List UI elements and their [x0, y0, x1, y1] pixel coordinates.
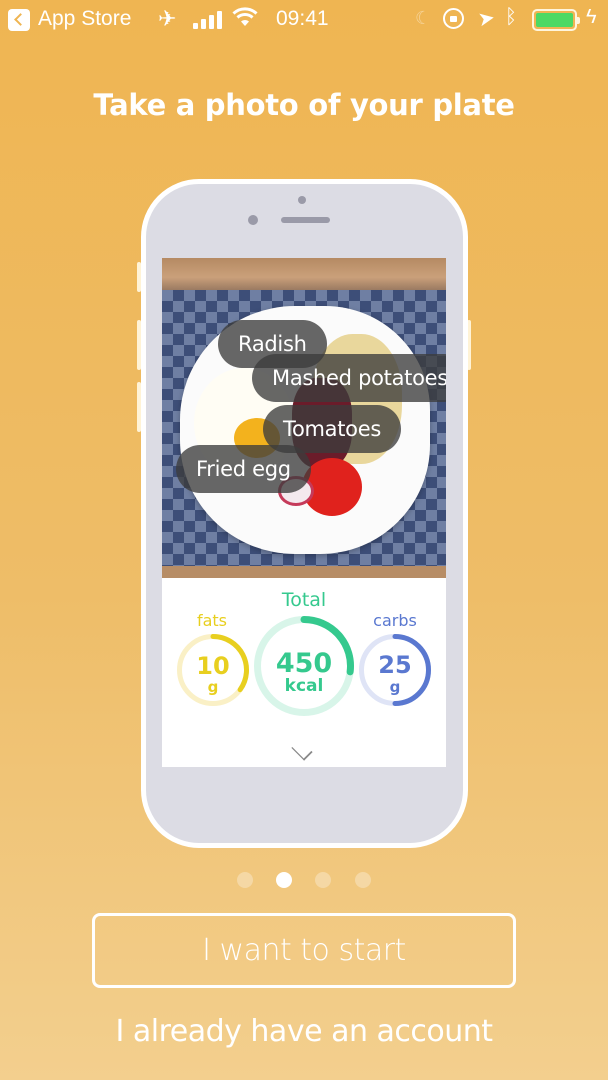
phone-speaker — [281, 217, 330, 223]
food-tag-mashed-potatoes[interactable]: Mashed potatoes — [252, 354, 446, 402]
signal-icon — [193, 11, 225, 29]
carbs-value: 25 — [378, 651, 412, 679]
wifi-icon — [232, 6, 258, 34]
airplane-icon: ✈ — [158, 6, 177, 31]
rotation-lock-icon — [443, 8, 464, 29]
chevron-down-icon[interactable] — [291, 739, 313, 761]
phone-camera — [248, 215, 258, 225]
battery-icon — [532, 9, 580, 31]
carbs-unit: g — [389, 678, 401, 696]
page-dot[interactable] — [276, 872, 292, 888]
location-icon: ➤ — [476, 6, 497, 32]
moon-icon: ☾ — [415, 8, 432, 28]
food-photo: Radish Mashed potatoes Tomatoes Fried eg… — [162, 258, 446, 578]
back-chevron-icon[interactable] — [8, 9, 30, 31]
status-bar: App Store ✈ 09:41 ☾ ➤ ᛒ ϟ — [0, 0, 608, 40]
fats-label: fats — [196, 611, 228, 630]
page-dot[interactable] — [355, 872, 371, 888]
wood-table — [162, 566, 446, 578]
charging-bolt-icon: ϟ — [586, 6, 597, 28]
fats-value: 10 — [196, 652, 230, 680]
page-indicator — [0, 872, 608, 888]
total-unit: kcal — [284, 676, 324, 696]
phone-screen: Radish Mashed potatoes Tomatoes Fried eg… — [162, 258, 446, 767]
phone-sensor — [298, 196, 306, 204]
macros-summary: fats 10 g Total 450 kcal carbs 25 g — [162, 578, 446, 767]
fats-unit: g — [207, 678, 219, 696]
clock: 09:41 — [276, 7, 329, 30]
page-dot[interactable] — [237, 872, 253, 888]
start-button[interactable]: I want to start — [92, 913, 516, 988]
login-link[interactable]: I already have an account — [0, 1014, 608, 1049]
total-label: Total — [281, 589, 327, 611]
total-value: 450 — [275, 648, 333, 679]
food-tag-fried-egg[interactable]: Fried egg — [176, 445, 311, 493]
page-title: Take a photo of your plate — [93, 88, 515, 122]
carbs-label: carbs — [373, 611, 417, 630]
page-dot[interactable] — [315, 872, 331, 888]
back-to-app-link[interactable]: App Store — [38, 7, 131, 31]
bluetooth-icon: ᛒ — [505, 6, 517, 28]
